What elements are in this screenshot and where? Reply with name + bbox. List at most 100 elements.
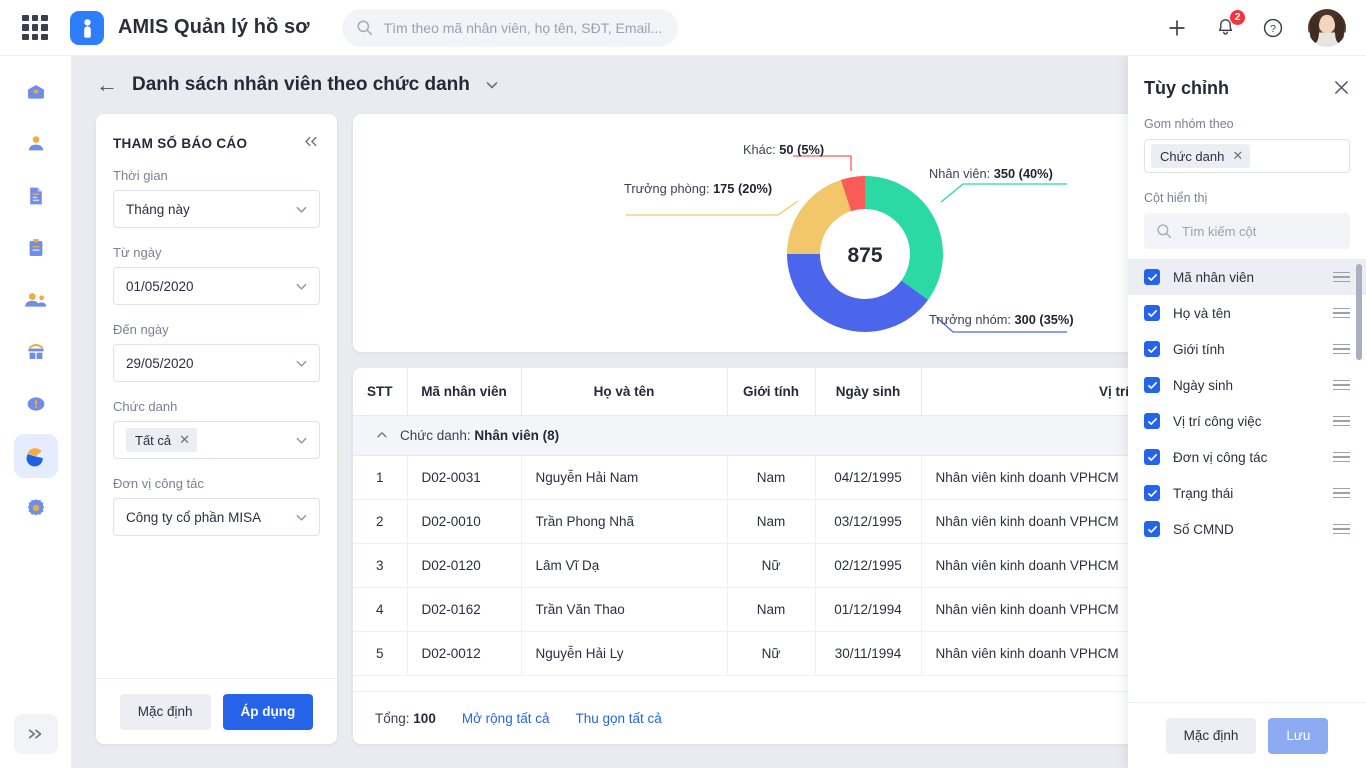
column-checkbox[interactable] (1144, 485, 1160, 501)
job-title-select[interactable]: Tất cả ✕ (113, 421, 320, 459)
params-default-button[interactable]: Mặc định (119, 693, 211, 730)
column-checkbox[interactable] (1144, 269, 1160, 285)
group-by-select[interactable]: Chức danh ✕ (1144, 139, 1350, 173)
column-checkbox[interactable] (1144, 521, 1160, 537)
cell-stt: 5 (353, 631, 408, 676)
drag-handle-icon[interactable] (1333, 343, 1350, 355)
time-range-select[interactable]: Tháng này (113, 190, 320, 228)
column-item-label: Họ và tên (1173, 305, 1231, 321)
user-avatar[interactable] (1308, 8, 1346, 47)
global-search-input[interactable]: Tìm theo mã nhân viên, họ tên, SĐT, Emai… (341, 8, 678, 47)
column-item-trang-thai[interactable]: Trạng thái (1128, 475, 1366, 511)
column-checkbox[interactable] (1144, 413, 1160, 429)
sidebar-item-settings[interactable] (14, 486, 58, 530)
sidebar-item-reports[interactable] (13, 434, 58, 478)
sidebar-item-alerts[interactable] (14, 382, 58, 426)
cell-name: Nguyễn Hải Nam (521, 455, 728, 500)
alert-info-icon (27, 397, 44, 411)
field-don-vi: Đơn vị công tác Công ty cổ phần MISA (96, 476, 337, 536)
donut-label-nhan-vien: Nhân viên: 350 (40%) (929, 166, 1053, 181)
cell-code: D02-0031 (407, 455, 522, 500)
column-header-ngay-sinh[interactable]: Ngày sinh (815, 368, 922, 416)
column-header-ma-nhan-vien[interactable]: Mã nhân viên (407, 368, 522, 416)
field-den-ngay: Đến ngày 29/05/2020 (96, 322, 337, 382)
double-chevron-right-icon[interactable] (14, 714, 58, 754)
donut-slice-truong-phong[interactable] (787, 179, 852, 254)
drag-handle-icon[interactable] (1333, 415, 1350, 427)
to-date-select[interactable]: 29/05/2020 (113, 344, 320, 382)
field-label: Từ ngày (113, 245, 162, 260)
column-checkbox[interactable] (1144, 341, 1160, 357)
from-date-value: 01/05/2020 (126, 278, 194, 294)
field-label: Thời gian (113, 168, 168, 183)
from-date-select[interactable]: 01/05/2020 (113, 267, 320, 305)
sidebar-item-benefits[interactable] (14, 330, 58, 374)
home-envelope-icon (27, 85, 44, 99)
column-item-label: Số CMND (1173, 521, 1234, 537)
column-search-placeholder: Tìm kiếm cột (1182, 223, 1257, 239)
drag-handle-icon[interactable] (1333, 271, 1350, 283)
column-item-ho-va-ten[interactable]: Họ và tên (1128, 295, 1366, 331)
params-apply-button[interactable]: Áp dụng (222, 693, 314, 730)
drag-handle-icon[interactable] (1333, 523, 1350, 535)
question-mark-icon[interactable]: ? (1260, 15, 1286, 41)
notification-badge: 2 (1229, 8, 1246, 26)
sidebar-item-profile[interactable] (14, 122, 58, 166)
table-group-label: Chức danh: Nhân viên (8) (400, 428, 559, 443)
column-item-gioi-tinh[interactable]: Giới tính (1128, 331, 1366, 367)
column-checkbox[interactable] (1144, 449, 1160, 465)
donut-label-khac-name: Khác (743, 142, 773, 157)
search-icon (357, 20, 372, 36)
team-users-icon (25, 292, 47, 307)
donut-label-khac-value: 50 (779, 142, 794, 157)
plus-icon[interactable] (1164, 15, 1190, 41)
chevron-down-icon[interactable] (484, 77, 500, 93)
donut-label-truong-nhom-percent: 35% (1043, 312, 1070, 327)
sidebar-item-team[interactable] (14, 278, 58, 322)
column-item-vi-tri-cong-viec[interactable]: Vị trí công việc (1128, 403, 1366, 439)
close-x-icon[interactable]: ✕ (1232, 148, 1243, 164)
amis-person-logo[interactable] (70, 10, 104, 45)
settings-gear-icon (27, 499, 44, 516)
job-title-chip: Tất cả ✕ (126, 428, 198, 452)
chevron-up-icon[interactable] (375, 428, 389, 442)
sidebar-item-tasks[interactable] (14, 226, 58, 270)
close-x-icon[interactable] (1333, 79, 1350, 99)
cell-stt: 2 (353, 499, 408, 544)
collapse-all-link[interactable]: Thu gọn tất cả (575, 711, 661, 726)
customize-default-button[interactable]: Mặc định (1165, 717, 1257, 754)
customize-save-button[interactable]: Lưu (1268, 717, 1329, 754)
column-item-ma-nhan-vien[interactable]: Mã nhân viên (1128, 259, 1366, 295)
close-x-icon[interactable]: ✕ (179, 432, 190, 448)
cell-code: D02-0010 (407, 499, 522, 544)
expand-all-link[interactable]: Mở rộng tất cả (462, 711, 550, 726)
double-chevron-left-icon[interactable] (303, 135, 320, 151)
field-label: Đơn vị công tác (113, 476, 204, 491)
column-item-ngay-sinh[interactable]: Ngày sinh (1128, 367, 1366, 403)
drag-handle-icon[interactable] (1333, 487, 1350, 499)
pie-chart-report-icon (26, 447, 43, 466)
column-header-ho-va-ten[interactable]: Họ và tên (521, 368, 728, 416)
column-checkbox[interactable] (1144, 305, 1160, 321)
bell-icon[interactable]: 2 (1212, 8, 1246, 41)
column-checkbox[interactable] (1144, 377, 1160, 393)
drag-handle-icon[interactable] (1333, 307, 1350, 319)
drag-handle-icon[interactable] (1333, 379, 1350, 391)
column-search-input[interactable]: Tìm kiếm cột (1144, 213, 1350, 249)
column-header-gioi-tinh[interactable]: Giới tính (727, 368, 816, 416)
column-list-scrollbar[interactable] (1356, 264, 1362, 360)
sidebar-item-documents[interactable] (14, 174, 58, 218)
left-nav-rail (0, 56, 72, 768)
donut-slice-nhan-vien[interactable] (865, 176, 943, 300)
organization-value: Công ty cổ phần MISA (126, 509, 262, 525)
arrow-left-icon[interactable]: ← (96, 74, 118, 96)
group-by-chip-label: Chức danh (1160, 148, 1225, 164)
column-header-stt[interactable]: STT (353, 368, 408, 416)
donut-label-nhan-vien-value: 350 (993, 166, 1016, 181)
sidebar-item-home[interactable] (14, 70, 58, 114)
column-item-don-vi-cong-tac[interactable]: Đơn vị công tác (1128, 439, 1366, 475)
drag-handle-icon[interactable] (1333, 451, 1350, 463)
column-item-so-cmnd[interactable]: Số CMND (1128, 511, 1366, 547)
grid-apps-icon[interactable] (22, 14, 48, 41)
organization-select[interactable]: Công ty cổ phần MISA (113, 498, 320, 536)
